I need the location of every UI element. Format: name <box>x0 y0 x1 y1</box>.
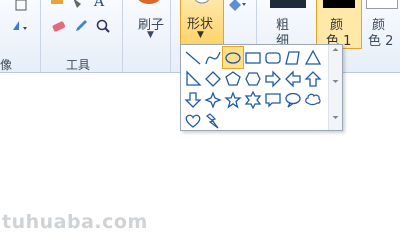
up-arrow-icon[interactable] <box>303 68 323 89</box>
six-point-star-icon[interactable] <box>243 89 263 110</box>
oval-icon[interactable] <box>222 46 244 69</box>
hexagon-icon[interactable] <box>243 68 263 89</box>
rounded-rectangle-icon[interactable] <box>263 47 283 68</box>
down-arrow-icon[interactable] <box>183 89 203 110</box>
group-divider <box>40 0 41 72</box>
text-tool-icon[interactable]: A <box>90 0 108 11</box>
cloud-callout-icon[interactable] <box>303 89 323 110</box>
magnifier-icon[interactable] <box>94 17 112 35</box>
oval-callout-icon[interactable] <box>283 89 303 110</box>
rectangle-icon[interactable] <box>243 47 263 68</box>
triangle-icon[interactable] <box>303 47 323 68</box>
right-arrow-icon[interactable] <box>263 68 283 89</box>
color-picker-icon[interactable] <box>72 17 90 35</box>
heart-icon[interactable] <box>183 110 203 131</box>
brushes-icon[interactable] <box>134 0 164 8</box>
diamond-icon[interactable] <box>203 68 223 89</box>
resize-icon[interactable] <box>12 0 30 14</box>
size-preview <box>270 0 306 8</box>
shapes-gallery <box>180 44 343 131</box>
rotate-icon[interactable] <box>8 17 34 35</box>
line-icon[interactable] <box>183 47 203 68</box>
image-group-label: 像 <box>0 58 13 72</box>
color1-button[interactable]: 颜 色 1 <box>316 0 362 49</box>
gallery-scrollbar[interactable] <box>328 45 342 130</box>
fill-outline-icon[interactable] <box>226 0 248 14</box>
eraser-icon[interactable] <box>50 17 68 35</box>
shapes-icon <box>193 0 211 6</box>
shapes-dropdown-icon: ▼ <box>197 30 204 40</box>
group-divider <box>122 0 123 72</box>
curve-icon[interactable] <box>203 47 223 68</box>
watermark: tuhuaba.com <box>2 211 148 233</box>
pentagon-icon[interactable] <box>223 68 243 89</box>
color1-swatch <box>323 0 355 8</box>
right-triangle-icon[interactable] <box>183 68 203 89</box>
polygon-icon[interactable] <box>283 47 303 68</box>
color2-swatch[interactable] <box>366 0 398 9</box>
rectangular-callout-icon[interactable] <box>263 89 283 110</box>
tools-group-label: 工具 <box>66 58 91 72</box>
color2-label-line2[interactable]: 色 2 <box>368 30 393 49</box>
pencil-icon[interactable] <box>48 0 66 12</box>
left-arrow-icon[interactable] <box>283 68 303 89</box>
five-point-star-icon[interactable] <box>223 89 243 110</box>
group-divider <box>170 0 171 72</box>
lightning-icon[interactable] <box>203 110 223 131</box>
four-point-star-icon[interactable] <box>203 89 223 110</box>
brushes-dropdown-icon[interactable]: ▼ <box>147 30 154 40</box>
fill-icon[interactable] <box>68 0 86 12</box>
